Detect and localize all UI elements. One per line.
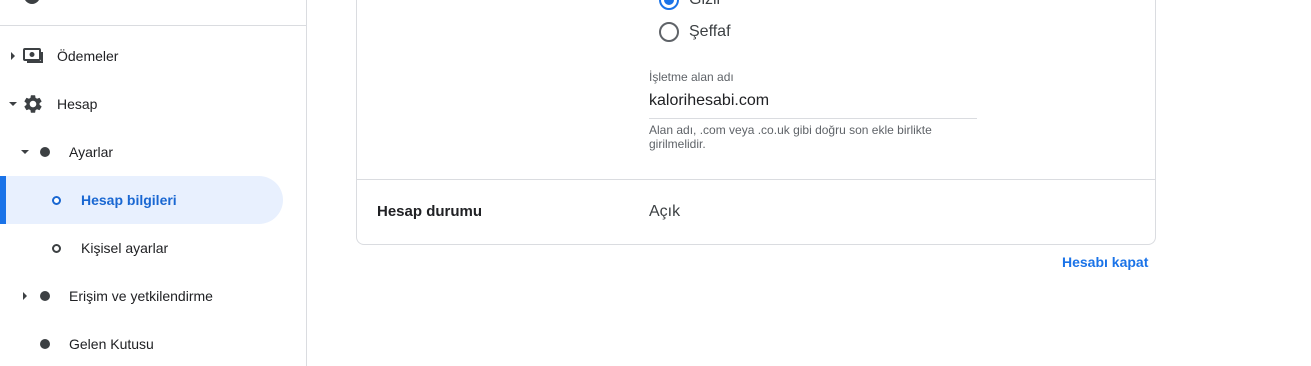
sidebar: Ödemeler Hesap Ayarlar Hesap bilgileri K…: [0, 0, 307, 366]
sidebar-item-inbox[interactable]: Gelen Kutusu: [0, 320, 283, 366]
radio-button-hidden[interactable]: [659, 0, 679, 10]
radio-button-transparent[interactable]: [659, 22, 679, 42]
account-status-label: Hesap durumu: [377, 203, 483, 220]
sidebar-header: [0, 0, 306, 26]
sidebar-item-account[interactable]: Hesap: [0, 80, 283, 128]
domain-field[interactable]: kalorihesabi.com: [649, 92, 769, 110]
shield-icon: [24, 0, 40, 4]
chevron-down-icon[interactable]: [21, 150, 29, 154]
ring-bullet-icon: [52, 244, 61, 253]
chevron-right-icon[interactable]: [11, 52, 15, 60]
sidebar-item-label: Gelen Kutusu: [69, 336, 154, 352]
active-indicator: [0, 176, 6, 224]
gear-icon: [24, 95, 42, 113]
bullet-icon: [40, 291, 50, 301]
sidebar-item-account-info[interactable]: Hesap bilgileri: [0, 176, 283, 224]
sidebar-item-personal-settings[interactable]: Kişisel ayarlar: [0, 224, 283, 272]
sidebar-item-label: Ödemeler: [57, 48, 119, 64]
divider: [357, 179, 1155, 180]
sidebar-item-label: Hesap bilgileri: [81, 192, 177, 208]
ring-bullet-icon: [52, 196, 61, 205]
domain-field-help: Alan adı, .com veya .co.uk gibi doğru so…: [649, 123, 932, 137]
chevron-down-icon[interactable]: [9, 102, 17, 106]
sidebar-item-label: Ayarlar: [69, 144, 114, 160]
sidebar-item-access[interactable]: Erişim ve yetkilendirme: [0, 272, 283, 320]
sidebar-item-payments[interactable]: Ödemeler: [0, 32, 283, 80]
chevron-right-icon[interactable]: [23, 292, 27, 300]
bullet-icon: [40, 147, 50, 157]
bullet-icon: [40, 339, 50, 349]
domain-field-underline: [649, 118, 977, 119]
sidebar-item-label: Hesap: [57, 96, 98, 112]
radio-label: Gizli: [689, 0, 720, 9]
account-info-card: Gizli Şeffaf İşletme alan adı kalorihesa…: [356, 0, 1156, 245]
account-status-value: Açık: [649, 203, 681, 220]
radio-label: Şeffaf: [689, 23, 731, 40]
sidebar-item-settings[interactable]: Ayarlar: [0, 128, 283, 176]
sidebar-item-label: Erişim ve yetkilendirme: [69, 288, 213, 304]
domain-field-label: İşletme alan adı: [649, 70, 734, 84]
sidebar-item-label: Kişisel ayarlar: [81, 240, 169, 256]
domain-field-help: girilmelidir.: [649, 137, 706, 151]
close-account-link[interactable]: Hesabı kapat: [1062, 254, 1148, 270]
payments-icon: [23, 48, 43, 63]
